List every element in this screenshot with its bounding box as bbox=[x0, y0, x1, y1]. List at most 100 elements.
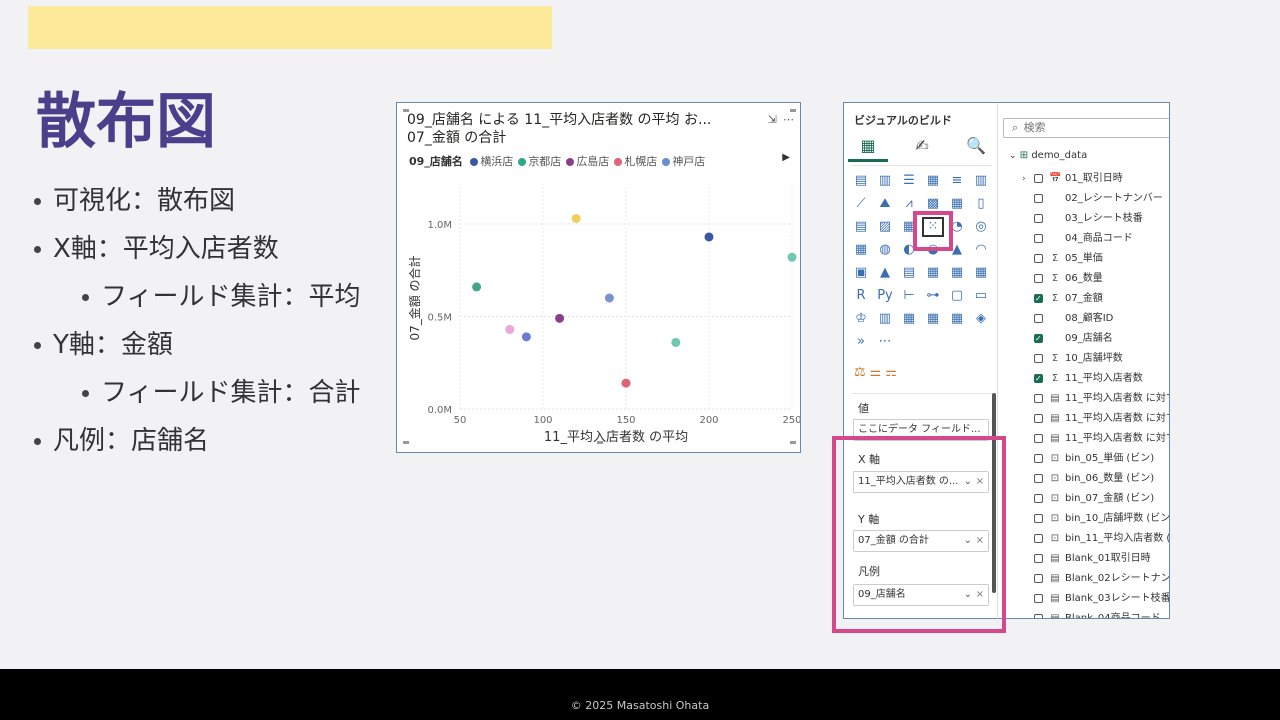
field-checkbox[interactable] bbox=[1034, 433, 1043, 443]
visual-type-icon[interactable]: ▤ bbox=[900, 265, 918, 281]
visual-type-icon[interactable]: ▦ bbox=[924, 265, 942, 281]
visual-type-icon[interactable]: » bbox=[852, 334, 870, 350]
field-item[interactable]: Σ 10_店舗坪数 bbox=[998, 349, 1169, 369]
field-item[interactable]: ▤ Blank_03レシート枝番 bbox=[998, 589, 1169, 609]
visual-type-icon[interactable]: ⋯ bbox=[876, 334, 894, 350]
field-item[interactable]: ▤ Blank_04商品コード bbox=[998, 609, 1169, 618]
field-list: › 📅 01_取引日時 02_レシートナンバー 03_レシート枝番 04_商品コード Σ 05… bbox=[998, 169, 1169, 618]
visual-type-icon[interactable]: ▥ bbox=[972, 173, 990, 189]
visual-type-icon[interactable]: ♔ bbox=[852, 311, 870, 327]
visual-type-icon[interactable]: ▦ bbox=[948, 311, 966, 327]
field-item[interactable]: ▤ 11_平均入店者数 に対す bbox=[998, 409, 1169, 429]
divider bbox=[852, 165, 992, 166]
field-checkbox[interactable] bbox=[1034, 553, 1043, 563]
field-item[interactable]: ▤ 11_平均入店者数 に対す bbox=[998, 429, 1169, 449]
visual-type-icon[interactable]: ▢ bbox=[948, 288, 966, 304]
visual-type-icon[interactable]: ▦ bbox=[948, 196, 966, 212]
visual-type-icon[interactable]: Py bbox=[876, 288, 894, 304]
custom-visual-icons[interactable]: ⚖⚌⚎ bbox=[854, 365, 901, 380]
tab-build-visual[interactable]: ▦ bbox=[848, 133, 888, 162]
visual-type-icon[interactable]: ▨ bbox=[876, 219, 894, 235]
field-item[interactable]: ⊡ bin_06_数量 (ビン) bbox=[998, 469, 1169, 489]
search-input[interactable] bbox=[1023, 121, 1144, 134]
tab-format-visual[interactable]: ✍ bbox=[902, 133, 942, 159]
field-checkbox[interactable] bbox=[1034, 313, 1043, 323]
field-checkbox[interactable] bbox=[1034, 173, 1043, 183]
field-checkbox[interactable] bbox=[1034, 453, 1043, 463]
field-item[interactable]: Σ 06_数量 bbox=[998, 269, 1169, 289]
field-checkbox[interactable] bbox=[1034, 289, 1043, 309]
scatter-visual[interactable]: 09_店舗名 による 11_平均入店者数 の平均 お... 07_金額 の合計 … bbox=[396, 102, 801, 453]
visual-type-icon[interactable]: ▭ bbox=[972, 288, 990, 304]
visual-type-icon[interactable]: ▦ bbox=[948, 265, 966, 281]
visual-type-icon[interactable]: ▥ bbox=[876, 311, 894, 327]
visual-type-icon[interactable]: ▯ bbox=[972, 196, 990, 212]
visual-type-icon[interactable]: ▦ bbox=[924, 173, 942, 189]
visual-type-icon[interactable]: ⊢ bbox=[900, 288, 918, 304]
visual-type-icon[interactable]: ⟋ bbox=[852, 196, 870, 212]
field-checkbox[interactable] bbox=[1034, 213, 1043, 223]
field-checkbox[interactable] bbox=[1034, 573, 1043, 583]
table-node[interactable]: ⌄ ⊞ demo_data bbox=[1009, 150, 1087, 161]
field-checkbox[interactable] bbox=[1034, 393, 1043, 403]
chevron-right-icon[interactable]: › bbox=[1022, 169, 1026, 189]
visual-type-icon[interactable]: ▣ bbox=[852, 265, 870, 281]
visual-type-icon[interactable]: ◍ bbox=[876, 242, 894, 258]
title-banner bbox=[28, 6, 552, 49]
field-checkbox[interactable] bbox=[1034, 513, 1043, 523]
field-item[interactable]: ▤ Blank_01取引日時 bbox=[998, 549, 1169, 569]
visualization-gallery: ▤ ▥ ☰ ▦ ≡ ▥ ⟋ ⛰ ⩘ ▩ ▦ ▯ ▤ ▨ ▦ ⁙ ◔ ◎ ▦ ◍ ◐ ◒ ▲ ◠ ▣ ▲ ▤ ▦ ▦ ▦ R Py ⊢ ⊶ ▢ ▭ ♔ ▥ ▦… bbox=[852, 173, 992, 357]
visual-type-icon[interactable]: ◠ bbox=[972, 242, 990, 258]
field-checkbox[interactable] bbox=[1034, 413, 1043, 423]
field-item[interactable]: ▤ 11_平均入店者数 に対す bbox=[998, 389, 1169, 409]
visual-type-icon[interactable]: ▲ bbox=[876, 265, 894, 281]
field-checkbox[interactable] bbox=[1034, 273, 1043, 283]
visual-type-icon[interactable]: ▤ bbox=[852, 173, 870, 189]
field-item[interactable]: Σ 07_金額 bbox=[998, 289, 1169, 309]
visual-type-icon[interactable]: ▦ bbox=[924, 311, 942, 327]
field-checkbox[interactable] bbox=[1034, 593, 1043, 603]
field-checkbox[interactable] bbox=[1034, 473, 1043, 483]
field-checkbox[interactable] bbox=[1034, 533, 1043, 543]
field-item[interactable]: Σ 11_平均入店者数 bbox=[998, 369, 1169, 389]
search-box[interactable]: ⌕ bbox=[1003, 118, 1169, 138]
field-item[interactable]: ⊡ bin_10_店舗坪数 (ビン) bbox=[998, 509, 1169, 529]
field-checkbox[interactable] bbox=[1034, 353, 1043, 363]
field-item[interactable]: 09_店舗名 bbox=[998, 329, 1169, 349]
field-item[interactable]: › 📅 01_取引日時 bbox=[998, 169, 1169, 189]
field-item[interactable]: ⊡ bin_05_単価 (ビン) bbox=[998, 449, 1169, 469]
tab-analytics[interactable]: 🔍 bbox=[956, 133, 996, 159]
visual-type-icon[interactable]: ▤ bbox=[852, 219, 870, 235]
field-checkbox[interactable] bbox=[1034, 253, 1043, 263]
field-item[interactable]: ⊡ bin_07_金額 (ビン) bbox=[998, 489, 1169, 509]
field-item[interactable]: 03_レシート枝番 bbox=[998, 209, 1169, 229]
field-item[interactable]: Σ 05_単価 bbox=[998, 249, 1169, 269]
field-item[interactable]: 04_商品コード bbox=[998, 229, 1169, 249]
field-item[interactable]: ▤ Blank_02レシートナン bbox=[998, 569, 1169, 589]
scatter-point bbox=[555, 313, 565, 323]
field-item[interactable]: 08_顧客ID bbox=[998, 309, 1169, 329]
visual-type-icon[interactable]: ≡ bbox=[948, 173, 966, 189]
field-item[interactable]: 02_レシートナンバー bbox=[998, 189, 1169, 209]
visual-type-icon[interactable]: ◈ bbox=[972, 311, 990, 327]
visual-type-icon[interactable]: ☰ bbox=[900, 173, 918, 189]
visual-type-icon[interactable]: ⩘ bbox=[900, 196, 918, 212]
field-checkbox[interactable] bbox=[1034, 369, 1043, 389]
visual-type-icon[interactable]: ▦ bbox=[852, 242, 870, 258]
visual-type-icon[interactable]: ◎ bbox=[972, 219, 990, 235]
visual-type-icon[interactable]: ▥ bbox=[876, 173, 894, 189]
chevron-down-icon[interactable]: ⌄ bbox=[1009, 151, 1017, 161]
visual-type-icon[interactable]: ▦ bbox=[900, 311, 918, 327]
field-checkbox[interactable] bbox=[1034, 613, 1043, 618]
visual-type-icon[interactable]: ▩ bbox=[924, 196, 942, 212]
field-checkbox[interactable] bbox=[1034, 233, 1043, 243]
field-checkbox[interactable] bbox=[1034, 493, 1043, 503]
visual-type-icon[interactable]: ⛰ bbox=[876, 196, 894, 212]
visual-type-icon[interactable]: ⊶ bbox=[924, 288, 942, 304]
visual-type-icon[interactable]: R bbox=[852, 288, 870, 304]
visual-type-icon[interactable]: ▦ bbox=[972, 265, 990, 281]
build-pane-title: ビジュアルのビルド bbox=[854, 114, 952, 127]
field-checkbox[interactable] bbox=[1034, 329, 1043, 349]
field-checkbox[interactable] bbox=[1034, 193, 1043, 203]
field-item[interactable]: ⊡ bin_11_平均入店者数 (ビ bbox=[998, 529, 1169, 549]
